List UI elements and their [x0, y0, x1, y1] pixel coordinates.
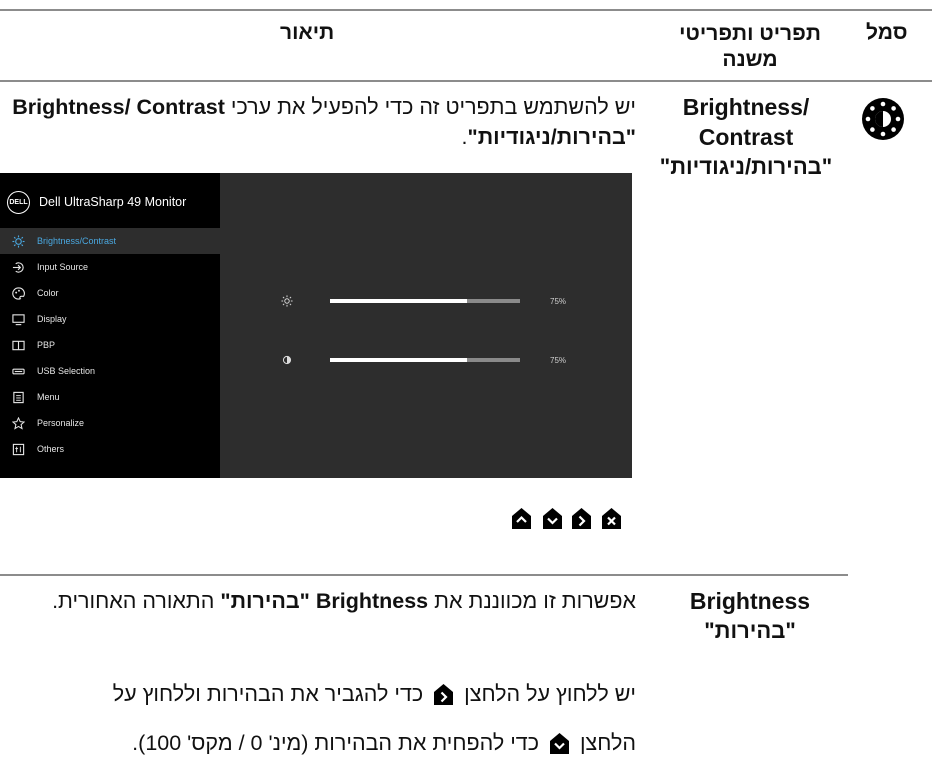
p2-text-a: יש ללחוץ על הלחצן: [464, 682, 636, 706]
osd-item-menu[interactable]: Menu: [0, 384, 220, 410]
osd-item-label: Input Source: [37, 262, 89, 272]
menu-icon: [11, 390, 25, 404]
column-header-icon: סמל: [866, 21, 908, 44]
brightness-slider-row: 75%: [280, 293, 610, 309]
osd-item-label: Display: [37, 314, 67, 324]
others-icon: [11, 442, 25, 456]
brightness-value: 75%: [550, 296, 567, 306]
column-header-description: תיאור: [280, 21, 335, 44]
brightness-small-icon: [280, 294, 294, 308]
row2-rule: [0, 574, 848, 576]
osd-item-label: Menu: [37, 392, 60, 402]
dell-logo-icon: DELL: [7, 190, 30, 214]
header-rule: [0, 80, 932, 82]
osd-item-display[interactable]: Display: [0, 306, 220, 332]
p3-text-a: הלחצן: [579, 731, 636, 755]
osd-menu-screenshot: DELL Dell UltraSharp 49 Monitor Brightne…: [0, 173, 632, 478]
osd-title: Dell UltraSharp 49 Monitor: [39, 195, 187, 209]
osd-title-row: DELL Dell UltraSharp 49 Monitor: [0, 186, 220, 218]
menu-name-brightness-contrast: Brightness/ Contrast "בהירות/ניגודיות": [646, 92, 846, 182]
brightness-slider-fill: [330, 299, 467, 303]
desc-bold-en: Brightness/ Contrast: [12, 95, 225, 119]
osd-item-color[interactable]: Color: [0, 280, 220, 306]
p1-bold: Brightness "בהירות": [220, 589, 429, 613]
contrast-small-icon: [280, 353, 294, 367]
osd-item-label: Color: [37, 288, 59, 298]
contrast-slider-row: 75%: [280, 352, 610, 368]
p3-text-b: כדי להפחית את הבהירות (מינ' 0 / מקס' 100…: [132, 731, 539, 755]
p1-prefix: אפשרות זו מכווננת את: [428, 589, 636, 613]
right-button-icon[interactable]: [571, 507, 592, 530]
down-button-icon: [549, 733, 569, 754]
osd-item-label: Personalize: [37, 418, 85, 428]
brightness-slider[interactable]: [330, 299, 520, 303]
up-button-icon[interactable]: [511, 507, 532, 530]
menu-name-en: Brightness/ Contrast: [682, 94, 810, 150]
color-icon: [11, 286, 25, 300]
row2-paragraph-3: הלחצן כדי להפחית את הבהירות (מינ' 0 / מק…: [10, 728, 636, 758]
down-button-icon[interactable]: [542, 507, 563, 530]
contrast-slider-fill: [330, 358, 467, 362]
menu-name-en: Brightness: [689, 588, 811, 614]
p1-suffix: התאורה האחורית.: [52, 589, 221, 613]
column-header-menu: תפריט ותפריטי משנה: [679, 22, 821, 71]
pbp-icon: [11, 338, 25, 352]
contrast-value: 75%: [550, 355, 567, 365]
brightness-icon: [11, 234, 25, 248]
top-rule: [0, 9, 932, 11]
menu-name-he: "בהירות/ניגודיות": [659, 154, 833, 179]
osd-item-personalize[interactable]: Personalize: [0, 410, 220, 436]
input-source-icon: [11, 260, 25, 274]
contrast-slider[interactable]: [330, 358, 520, 362]
osd-item-usb-selection[interactable]: USB Selection: [0, 358, 220, 384]
close-button-icon[interactable]: [601, 507, 622, 530]
row2-paragraph-2: יש ללחוץ על הלחצן כדי להגביר את הבהירות …: [10, 679, 636, 709]
osd-item-label: USB Selection: [37, 366, 96, 376]
osd-content-panel: 75% 75%: [220, 173, 632, 478]
osd-item-others[interactable]: Others: [0, 436, 220, 462]
row2-paragraph-1: אפשרות זו מכווננת את Brightness "בהירות"…: [40, 586, 636, 616]
brightness-contrast-symbol-icon: [861, 97, 905, 141]
desc-bold-he: "בהירות/ניגודיות": [467, 125, 636, 149]
osd-item-brightness-contrast[interactable]: Brightness/Contrast: [0, 228, 220, 254]
osd-item-label: PBP: [37, 340, 56, 350]
display-icon: [11, 312, 25, 326]
usb-icon: [11, 364, 25, 378]
p2-text-b: כדי להגביר את הבהירות וללחוץ על: [112, 682, 424, 706]
menu-name-brightness: Brightness "בהירות": [660, 586, 840, 646]
right-button-icon: [434, 684, 454, 705]
osd-item-label: Others: [37, 444, 65, 454]
osd-item-pbp[interactable]: PBP: [0, 332, 220, 358]
osd-item-label: Brightness/Contrast: [37, 236, 117, 246]
row1-description: יש להשתמש בתפריט זה כדי להפעיל את ערכי B…: [10, 92, 636, 152]
menu-name-he: "בהירות": [704, 618, 796, 643]
osd-item-input-source[interactable]: Input Source: [0, 254, 220, 280]
desc-prefix: יש להשתמש בתפריט זה כדי להפעיל את ערכי: [224, 95, 636, 119]
star-icon: [11, 416, 25, 430]
